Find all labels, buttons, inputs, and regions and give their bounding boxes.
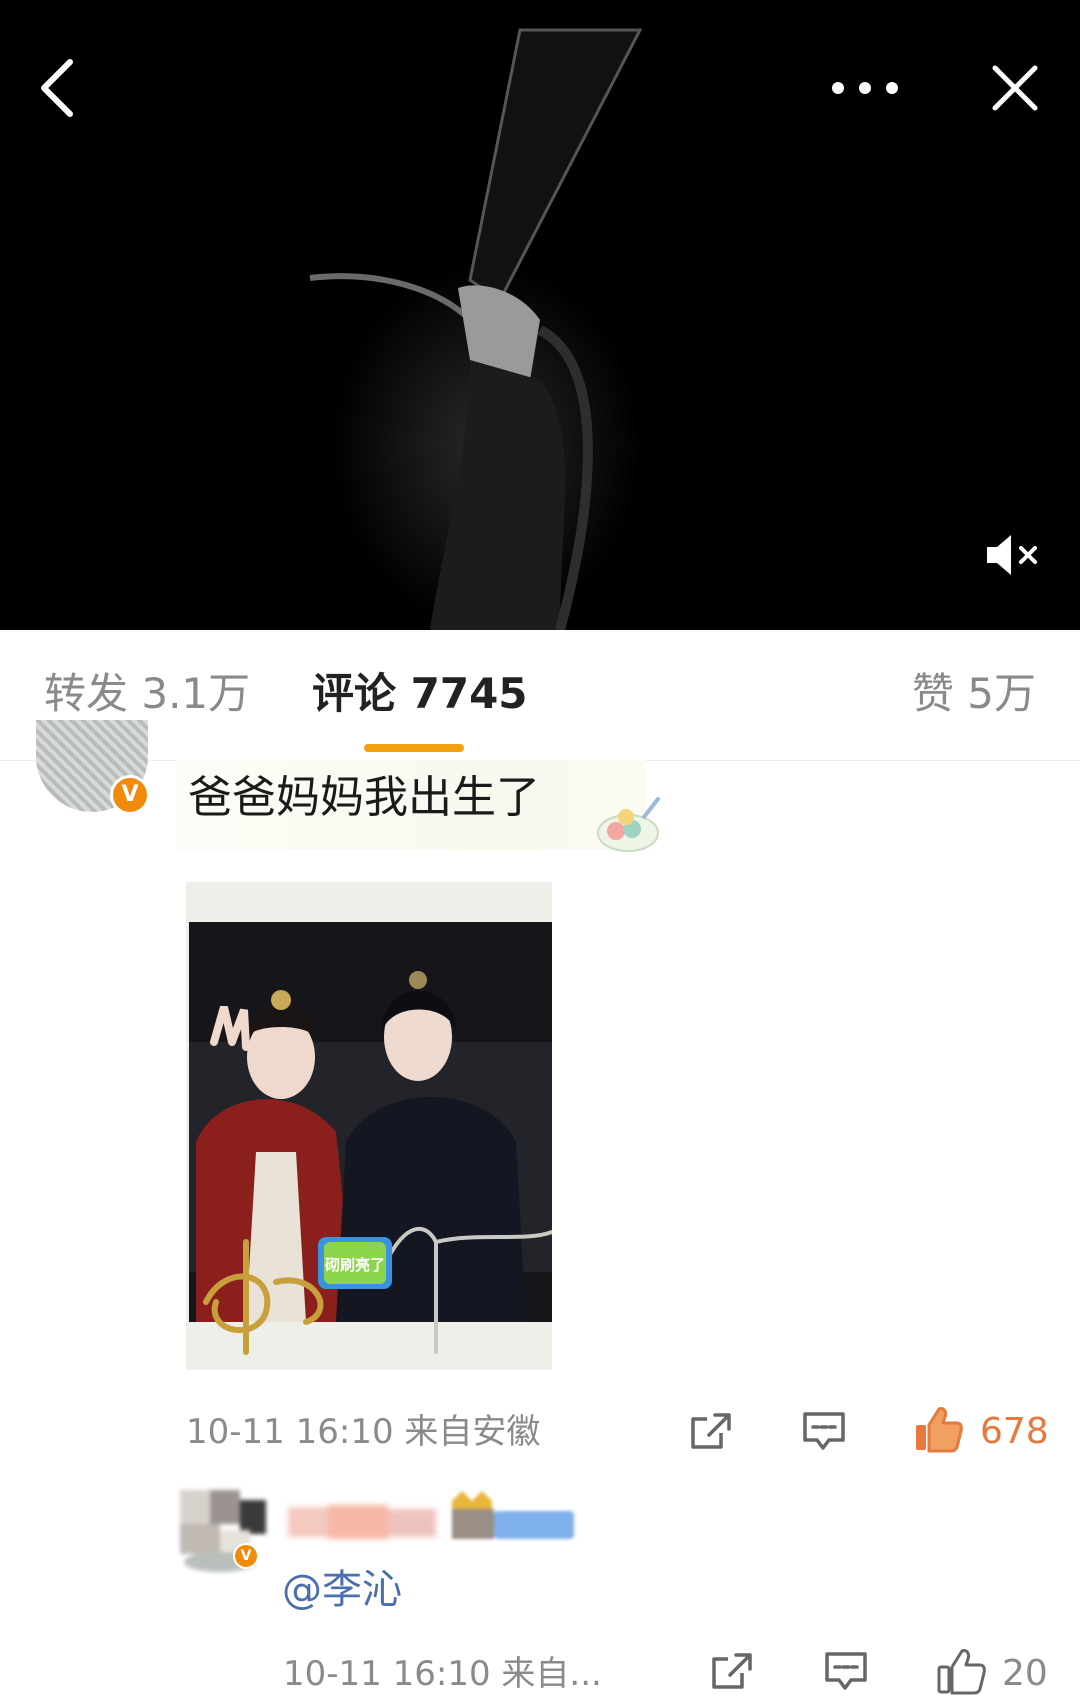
more-dots-icon: [832, 82, 898, 94]
share-icon: [712, 1653, 752, 1689]
comment-text: 爸爸妈妈我出生了: [188, 772, 540, 823]
photo-sticker-text: 砌刷亮了: [324, 1256, 385, 1274]
thumbs-up-icon: [937, 1649, 986, 1695]
tab-likes[interactable]: 赞 5万: [912, 668, 1036, 720]
close-button[interactable]: [975, 48, 1055, 128]
tab-comments[interactable]: 评论 7745: [312, 668, 528, 720]
reply-button[interactable]: [816, 1641, 876, 1701]
comment-icon: [803, 1412, 845, 1450]
comment-meta: 10-11 16:10 来自安徽: [186, 1412, 541, 1452]
reply-meta: 10-11 16:10 来自...: [283, 1654, 602, 1694]
tab-bar: 转发 3.1万 评论 7745 赞 5万: [0, 630, 1080, 761]
like-count[interactable]: 678: [980, 1410, 1049, 1454]
like-button[interactable]: [931, 1641, 991, 1701]
fan-badge-icon: [452, 1491, 574, 1539]
thumbs-up-filled-icon: [916, 1407, 963, 1453]
comment-photo[interactable]: 砌刷亮了: [186, 882, 552, 1370]
more-button[interactable]: [825, 48, 905, 128]
verified-badge: V: [233, 1543, 259, 1569]
share-icon: [691, 1413, 731, 1449]
verified-badge: V: [110, 775, 150, 815]
back-button[interactable]: [18, 48, 98, 128]
mute-icon: [987, 535, 1037, 575]
reply-button[interactable]: [794, 1401, 854, 1461]
reply-username[interactable]: [288, 1503, 436, 1541]
comment-icon: [825, 1652, 867, 1690]
video-frame: [0, 0, 1080, 630]
like-count[interactable]: 20: [1002, 1652, 1048, 1696]
active-tab-indicator: [364, 744, 464, 752]
reply-mention-link[interactable]: @李沁: [282, 1565, 402, 1615]
close-icon: [992, 65, 1038, 111]
video-player[interactable]: [0, 0, 1080, 630]
photo-image: 砌刷亮了: [186, 882, 552, 1370]
mute-button[interactable]: [975, 515, 1055, 595]
share-button[interactable]: [681, 1401, 741, 1461]
chevron-left-icon: [41, 59, 73, 117]
bubble-decoration-icon: [597, 797, 660, 852]
like-button[interactable]: [908, 1399, 968, 1459]
tab-reposts[interactable]: 转发 3.1万: [44, 668, 250, 720]
share-button[interactable]: [702, 1641, 762, 1701]
